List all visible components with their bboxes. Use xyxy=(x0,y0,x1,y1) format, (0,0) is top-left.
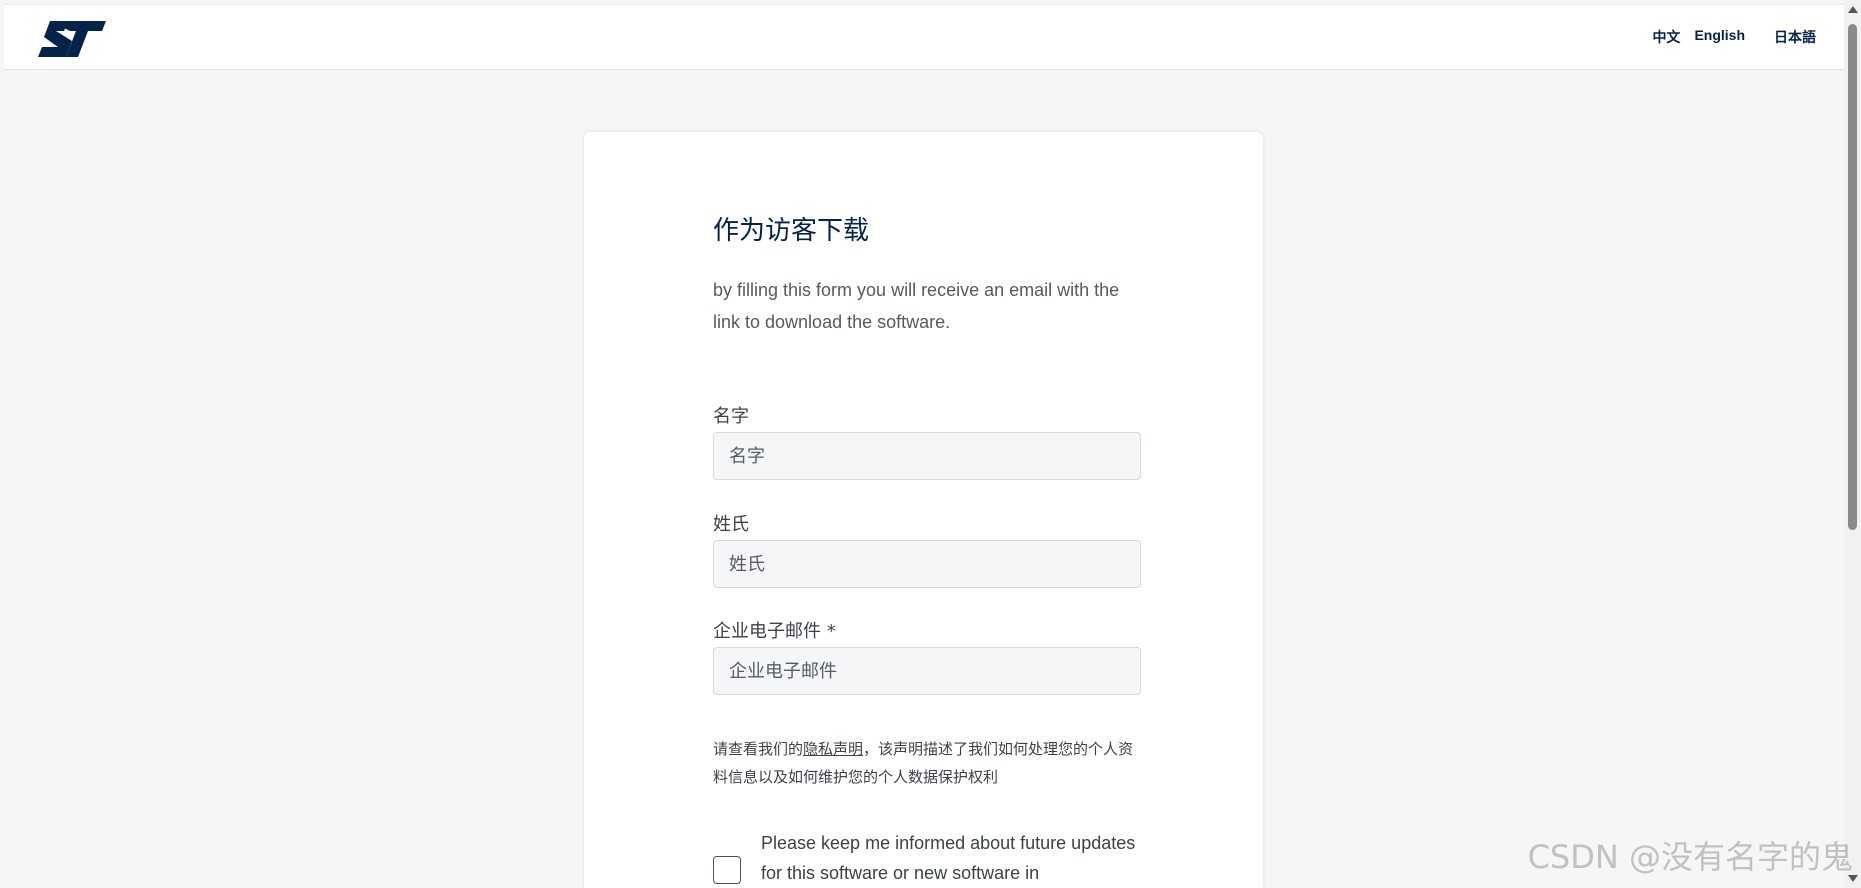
st-logo-icon xyxy=(38,21,106,57)
scrollbar-thumb[interactable] xyxy=(1848,24,1857,530)
guest-download-card: 作为访客下载 by filling this form you will rec… xyxy=(584,132,1263,888)
keep-informed-label: Please keep me informed about future upd… xyxy=(761,833,1136,883)
privacy-notice: 请查看我们的隐私声明，该声明描述了我们如何处理您的个人资料信息以及如何维护您的个… xyxy=(713,735,1143,791)
email-label: 企业电子邮件 * xyxy=(713,621,836,642)
lang-chinese-link[interactable]: 中文 xyxy=(1652,27,1680,47)
form-title: 作为访客下载 xyxy=(713,216,870,246)
email-input[interactable] xyxy=(713,647,1141,695)
first-name-label: 名字 xyxy=(713,406,749,427)
lang-english-link[interactable]: English xyxy=(1694,27,1745,47)
scroll-up-arrow-icon[interactable] xyxy=(1848,6,1858,13)
first-name-input[interactable] xyxy=(713,432,1141,480)
csdn-watermark: CSDN @没有名字的鬼 xyxy=(1527,838,1853,876)
form-intro-text: by filling this form you will receive an… xyxy=(713,280,1120,332)
keep-informed-checkbox[interactable] xyxy=(713,856,741,884)
privacy-statement-link[interactable]: 隐私声明 xyxy=(803,740,863,758)
browser-viewport: 中文 English 日本語 作为访客下载 by filling this fo… xyxy=(0,0,1861,888)
vertical-scrollbar[interactable] xyxy=(1844,0,1861,888)
last-name-label: 姓氏 xyxy=(713,514,749,535)
lang-japanese-link[interactable]: 日本語 xyxy=(1774,27,1816,47)
site-header: 中文 English 日本語 xyxy=(4,4,1844,70)
language-switcher: 中文 English 日本語 xyxy=(1652,27,1816,47)
privacy-prefix: 请查看我们的 xyxy=(713,740,804,758)
st-logo[interactable] xyxy=(36,19,108,59)
last-name-input[interactable] xyxy=(713,540,1141,588)
